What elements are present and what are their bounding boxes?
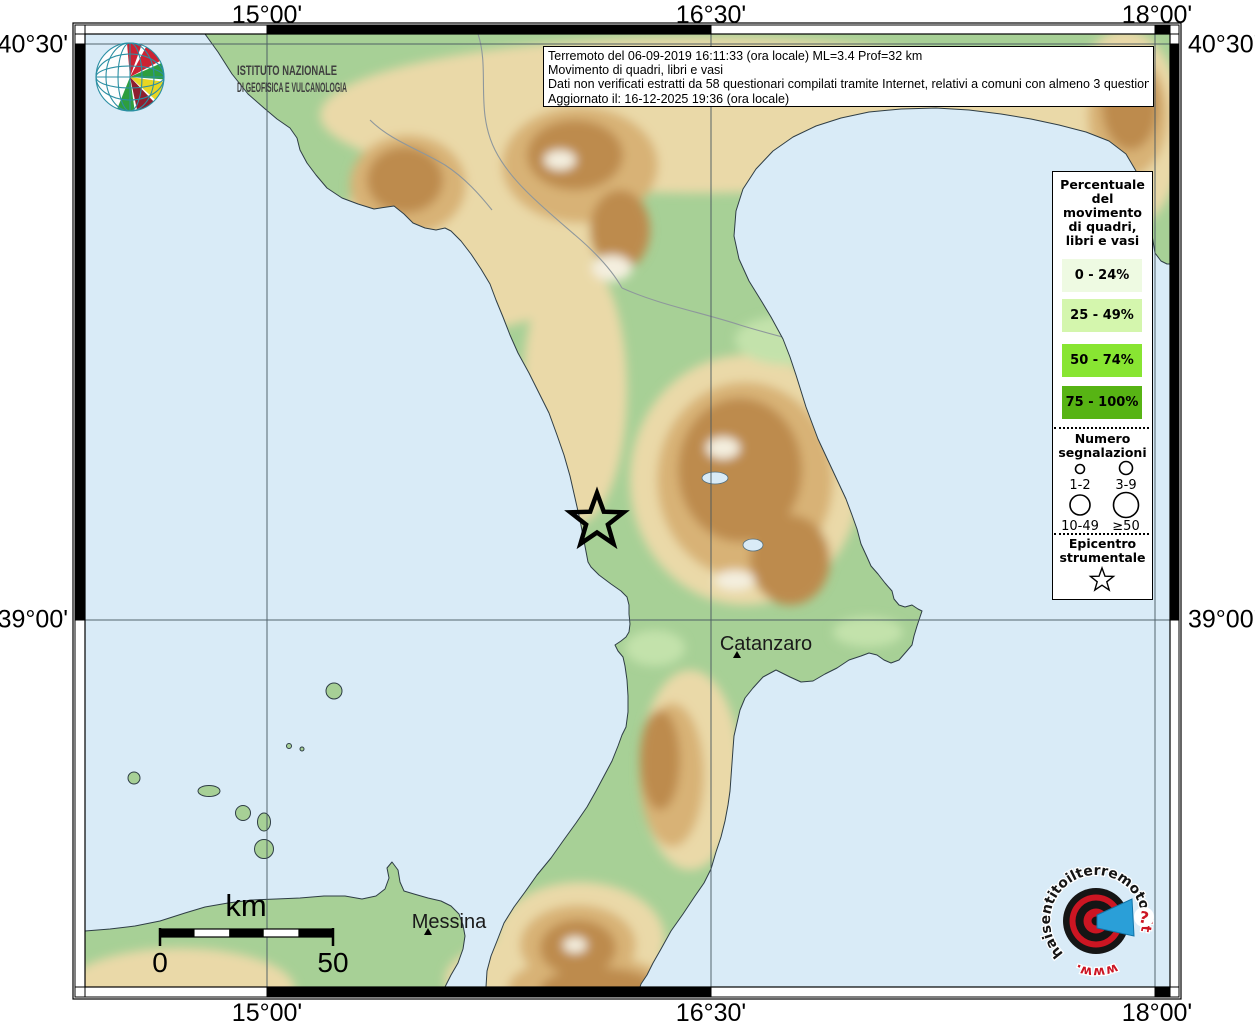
signal-circle-small: [1076, 465, 1085, 474]
scale-unit: km: [225, 888, 266, 923]
legend-signals-title: Numero: [1053, 432, 1152, 446]
earthquake-map-page: Catanzaro Messina km 0 50: [0, 0, 1255, 1024]
legend-epicenter-title: strumentale: [1053, 551, 1152, 565]
legend-title-line: di quadri,: [1053, 220, 1152, 234]
legend-swatch-50-74: 50 - 74%: [1062, 344, 1142, 377]
legend-divider: [1054, 533, 1149, 535]
legend-swatch-75-100: 75 - 100%: [1062, 386, 1142, 419]
legend-divider: [1054, 427, 1149, 429]
signal-circle-medium: [1120, 462, 1133, 475]
ingv-name-line1: ISTITUTO NAZIONALE: [237, 62, 337, 78]
star-icon: [1091, 568, 1114, 590]
ingv-globe-icon: [96, 43, 164, 111]
svg-text:www.: www.: [1073, 960, 1119, 979]
legend-epicenter-symbol: [1053, 566, 1151, 596]
event-updated: Aggiornato il: 16-12-2025 19:36 (ora loc…: [548, 92, 1149, 106]
scale-start: 0: [152, 947, 168, 978]
legend-title-line: Percentuale: [1053, 178, 1152, 192]
signal-label: 10-49: [1061, 519, 1099, 532]
legend-swatch-25-49: 25 - 49%: [1062, 299, 1142, 332]
legend-title-line: libri e vasi: [1053, 234, 1152, 248]
legend-title-line: del: [1053, 192, 1152, 206]
bullseye-icon: [1063, 888, 1134, 954]
city-catanzaro: Catanzaro: [720, 633, 812, 658]
legend-epicenter-title: Epicentro: [1053, 537, 1152, 551]
legend-signal-sizes: 1-2 3-9 10-49 ≥50: [1053, 460, 1151, 532]
city-messina: Messina: [412, 911, 487, 935]
legend-swatch-0-24: 0 - 24%: [1062, 259, 1142, 292]
signal-label: 3-9: [1115, 478, 1136, 493]
event-title: Terremoto del 06-09-2019 16:11:33 (ora l…: [548, 49, 1149, 63]
legend-box: Percentuale del movimento di quadri, lib…: [1052, 171, 1153, 600]
city-label: Messina: [412, 911, 487, 933]
signal-circle-large: [1070, 495, 1090, 515]
haisentitoilterremoto-logo: haisentitoilterremoto .it www. ?: [1020, 845, 1180, 995]
ingv-logo: ISTITUTO NAZIONALE DI GEOFISICA E VULCAN…: [90, 40, 360, 120]
event-datasource: Dati non verificati estratti da 58 quest…: [548, 77, 1149, 91]
scale-end: 50: [317, 947, 348, 978]
watermark-www-text: www.: [1073, 960, 1119, 979]
event-info-box: Terremoto del 06-09-2019 16:11:33 (ora l…: [543, 46, 1154, 107]
signal-label: ≥50: [1112, 519, 1139, 532]
legend-title-line: movimento: [1053, 206, 1152, 220]
legend-signals-title: segnalazioni: [1053, 446, 1152, 460]
city-label: Catanzaro: [720, 633, 812, 655]
signal-circle-xlarge: [1114, 493, 1139, 518]
event-subtitle: Movimento di quadri, libri e vasi: [548, 63, 1149, 77]
ingv-name-line2: DI GEOFISICA E VULCANOLOGIA: [237, 79, 347, 95]
signal-label: 1-2: [1069, 478, 1090, 493]
